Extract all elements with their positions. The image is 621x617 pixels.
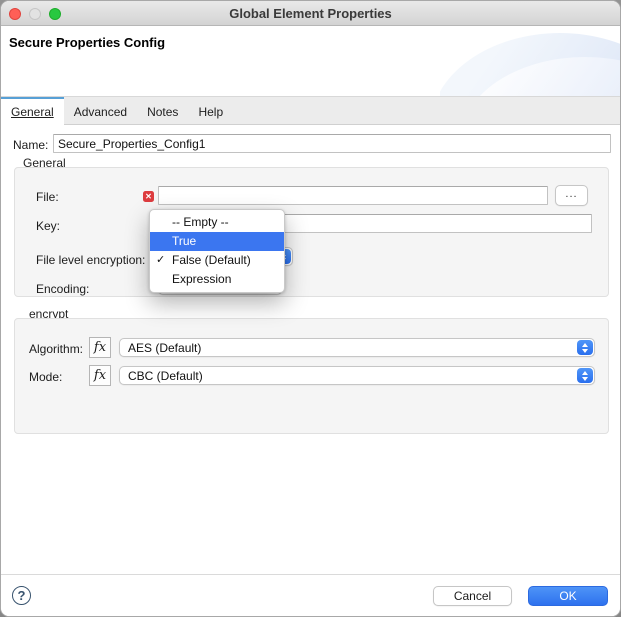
menu-item-true[interactable]: True (150, 232, 284, 251)
tab-help[interactable]: Help (188, 97, 233, 124)
mode-fx-button[interactable]: fx (89, 365, 111, 386)
mode-label: Mode: (29, 370, 63, 384)
browse-button[interactable]: ... (555, 185, 588, 206)
algorithm-select[interactable]: AES (Default) (119, 338, 595, 357)
algorithm-value: AES (Default) (128, 340, 202, 355)
ok-button[interactable]: OK (528, 586, 608, 606)
tab-advanced[interactable]: Advanced (64, 97, 137, 124)
mode-select[interactable]: CBC (Default) (119, 366, 595, 385)
mode-value: CBC (Default) (128, 368, 203, 383)
menu-item-expression[interactable]: Expression (150, 270, 284, 289)
tab-notes[interactable]: Notes (137, 97, 188, 124)
name-input[interactable] (53, 134, 611, 153)
checkmark-icon: ✓ (156, 254, 166, 266)
dialog-footer: ? Cancel OK (1, 574, 620, 616)
cancel-button[interactable]: Cancel (433, 586, 512, 606)
file-label: File: (36, 190, 59, 204)
encoding-label: Encoding: (36, 282, 90, 296)
error-icon: ✕ (143, 191, 154, 202)
name-label: Name: (13, 138, 49, 152)
tab-bar: General Advanced Notes Help (1, 96, 620, 125)
tab-general[interactable]: General (1, 97, 64, 125)
dialog-header: Secure Properties Config (1, 27, 620, 96)
help-button[interactable]: ? (12, 586, 31, 605)
window-title: Global Element Properties (229, 6, 392, 21)
global-element-properties-dialog: Global Element Properties Secure Propert… (0, 0, 621, 617)
file-level-encryption-label: File level encryption: (36, 253, 146, 267)
algorithm-fx-button[interactable]: fx (89, 337, 111, 358)
stepper-icon (577, 368, 593, 383)
menu-item-false-default[interactable]: ✓ False (Default) (150, 251, 284, 270)
titlebar: Global Element Properties (1, 1, 620, 26)
file-input[interactable] (158, 186, 548, 205)
file-level-encryption-menu: -- Empty -- True ✓ False (Default) Expre… (149, 209, 285, 293)
key-label: Key: (36, 219, 61, 233)
page-title: Secure Properties Config (9, 35, 166, 50)
menu-item-empty[interactable]: -- Empty -- (150, 213, 284, 232)
dialog-content: Name: General File: ✕ ... Key: File leve… (1, 126, 620, 574)
stepper-icon (577, 340, 593, 355)
header-decoration (440, 27, 620, 96)
algorithm-label: Algorithm: (29, 342, 84, 356)
